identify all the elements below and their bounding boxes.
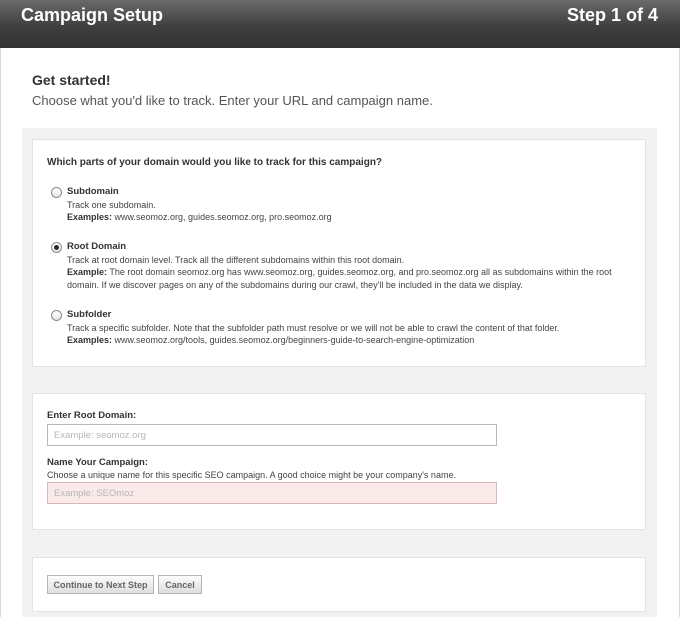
actions-card: Continue to Next Step Cancel bbox=[32, 557, 646, 612]
campaign-name-label: Name Your Campaign: bbox=[47, 457, 149, 468]
intro-heading: Get started! bbox=[32, 72, 111, 88]
option-subdomain-label: Subdomain bbox=[67, 186, 119, 197]
radio-root-domain[interactable] bbox=[51, 242, 62, 253]
cancel-button[interactable]: Cancel bbox=[158, 575, 202, 594]
app-header: Campaign Setup Step 1 of 4 bbox=[0, 0, 680, 48]
continue-button[interactable]: Continue to Next Step bbox=[47, 575, 154, 594]
root-domain-input[interactable] bbox=[47, 424, 497, 446]
option-root-domain-examples: Example: The root domain seomoz.org has … bbox=[67, 267, 612, 290]
root-domain-label: Enter Root Domain: bbox=[47, 410, 137, 421]
option-root-domain-description: Track at root domain level. Track all th… bbox=[67, 254, 405, 265]
step-indicator: Step 1 of 4 bbox=[566, 5, 658, 25]
radio-subfolder[interactable] bbox=[51, 310, 62, 321]
campaign-name-help: Choose a unique name for this specific S… bbox=[47, 470, 456, 480]
option-root-domain-label: Root Domain bbox=[67, 241, 127, 252]
option-subdomain-description: Track one subdomain. bbox=[67, 199, 156, 210]
radio-subdomain[interactable] bbox=[51, 187, 62, 198]
page-title: Campaign Setup bbox=[21, 5, 164, 25]
campaign-name-input[interactable] bbox=[47, 482, 497, 504]
left-border bbox=[0, 48, 1, 617]
option-subfolder-examples: Examples: www.seomoz.org/tools, guides.s… bbox=[67, 335, 475, 345]
option-subfolder-description: Track a specific subfolder. Note that th… bbox=[67, 322, 560, 333]
setup-panel: Which parts of your domain would you lik… bbox=[22, 128, 657, 617]
scope-question: Which parts of your domain would you lik… bbox=[47, 157, 383, 168]
option-subfolder-label: Subfolder bbox=[67, 309, 112, 320]
intro-subheading: Choose what you'd like to track. Enter y… bbox=[32, 93, 433, 108]
tracking-scope-card: Which parts of your domain would you lik… bbox=[32, 139, 646, 367]
domain-fields-card: Enter Root Domain: Name Your Campaign: C… bbox=[32, 393, 646, 530]
option-subdomain-examples: Examples: www.seomoz.org, guides.seomoz.… bbox=[67, 212, 332, 222]
